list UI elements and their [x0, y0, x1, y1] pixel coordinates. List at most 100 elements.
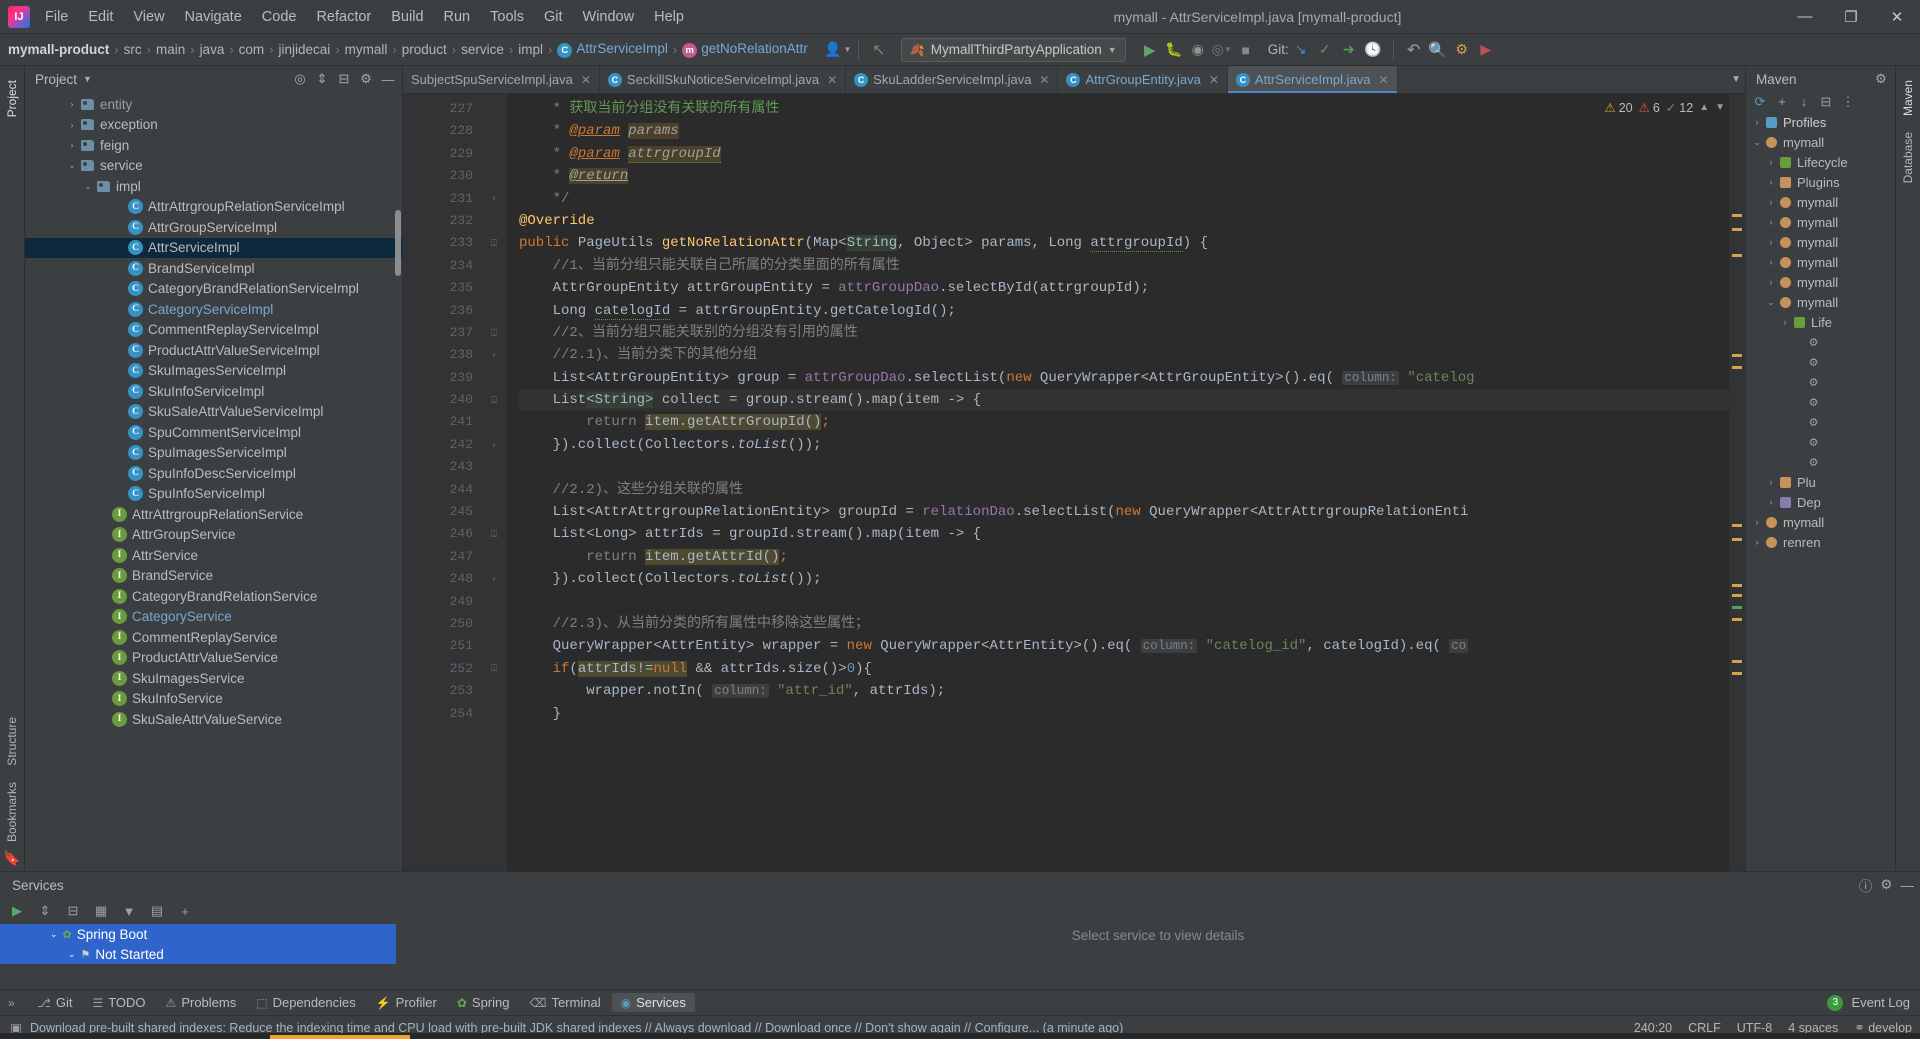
code-line[interactable]: if(attrIds!=null && attrIds.size()>0){ [519, 658, 1729, 680]
code-line[interactable]: * @return [519, 165, 1729, 187]
tool-tab-database[interactable]: Database [1898, 124, 1918, 191]
tree-item[interactable]: ⌄ impl [25, 176, 402, 197]
line-number[interactable]: 245 [403, 501, 481, 523]
menu-item-edit[interactable]: Edit [79, 5, 122, 29]
code-line[interactable]: List<AttrGroupEntity> group = attrGroupD… [519, 367, 1729, 389]
tree-item[interactable]: C ProductAttrValueServiceImpl [25, 340, 402, 361]
close-button[interactable]: ✕ [1874, 0, 1920, 34]
menu-item-code[interactable]: Code [253, 5, 306, 29]
chevron-right-icon[interactable]: › [1764, 197, 1778, 207]
code-line[interactable]: List<String> collect = group.stream().ma… [519, 389, 1729, 412]
menu-item-git[interactable]: Git [535, 5, 572, 29]
inspection-down-icon[interactable]: ▼ [1715, 102, 1725, 113]
menu-item-run[interactable]: Run [435, 5, 480, 29]
code-line[interactable]: AttrGroupEntity attrGroupEntity = attrGr… [519, 277, 1729, 299]
maven-tree-item[interactable]: › Life [1746, 312, 1895, 332]
tool-window-tab-problems[interactable]: ⚠ Problems [157, 993, 246, 1012]
fold-marker[interactable]: ⍖ [481, 344, 507, 366]
tool-window-tab-terminal[interactable]: ⌫ Terminal [520, 993, 609, 1012]
fold-marker[interactable] [481, 143, 507, 165]
code-line[interactable]: List<AttrAttrgroupRelationEntity> groupI… [519, 501, 1729, 523]
line-number[interactable]: 246 [403, 523, 481, 545]
tool-tab-maven[interactable]: Maven [1898, 72, 1918, 124]
chevron-down-icon[interactable]: ▼ [83, 74, 92, 84]
run-button[interactable]: ▶ [1138, 38, 1162, 62]
line-number[interactable]: 234 [403, 255, 481, 277]
maven-tree-item[interactable]: › Dep [1746, 492, 1895, 512]
tree-item[interactable]: C CategoryServiceImpl [25, 299, 402, 320]
maven-tree-item[interactable]: ⚙ [1746, 392, 1895, 412]
show-all-tool-windows-icon[interactable]: » [8, 996, 15, 1010]
editor-gutter[interactable]: 227228229230231232233①↑23423523623723823… [403, 94, 497, 871]
line-number[interactable]: 238 [403, 344, 481, 366]
menu-item-navigate[interactable]: Navigate [176, 5, 251, 29]
line-number[interactable]: 236 [403, 300, 481, 322]
fold-marker[interactable] [481, 300, 507, 322]
tree-item[interactable]: I BrandService [25, 566, 402, 587]
chevron-right-icon[interactable]: › [1764, 237, 1778, 247]
line-number[interactable]: 241 [403, 411, 481, 433]
line-number[interactable]: 230 [403, 165, 481, 187]
tree-item[interactable]: I CategoryBrandRelationService [25, 586, 402, 607]
code-line[interactable]: } [519, 703, 1729, 725]
chevron-down-icon[interactable]: ⌄ [81, 181, 95, 192]
menu-item-file[interactable]: File [36, 5, 77, 29]
maven-tree-item[interactable]: › Plu [1746, 472, 1895, 492]
fold-marker[interactable] [481, 165, 507, 187]
code-line[interactable]: wrapper.notIn( column: "attr_id", attrId… [519, 680, 1729, 702]
code-line[interactable] [519, 456, 1729, 478]
tree-item[interactable]: ⌄ service [25, 156, 402, 177]
breadcrumb-item-impl[interactable]: impl [514, 42, 547, 57]
service-tree-item[interactable]: ⌄ ✿ Spring Boot [0, 924, 396, 944]
line-number[interactable]: 229 [403, 143, 481, 165]
breadcrumb-item-jinjidecai[interactable]: jinjidecai [275, 42, 335, 57]
breadcrumb-item-com[interactable]: com [235, 42, 269, 57]
profile-button[interactable]: ◎ ▼ [1210, 38, 1234, 62]
code-line[interactable]: */ [519, 188, 1729, 210]
line-number[interactable]: 235 [403, 277, 481, 299]
line-number[interactable]: 251 [403, 635, 481, 657]
breadcrumb-item-main[interactable]: main [152, 42, 189, 57]
breadcrumb-item-mymall[interactable]: mymall [341, 42, 392, 57]
help-icon[interactable]: ⓘ [1859, 875, 1873, 895]
tree-item[interactable]: C BrandServiceImpl [25, 258, 402, 279]
line-number[interactable]: 243 [403, 456, 481, 478]
run-icon[interactable]: ▶ [8, 902, 26, 920]
line-number[interactable]: 252 [403, 658, 481, 680]
chevron-right-icon[interactable]: › [1764, 157, 1778, 167]
collapse-all-icon[interactable]: ⊟ [64, 902, 82, 920]
tree-item[interactable]: I AttrAttrgroupRelationService [25, 504, 402, 525]
tool-window-tab-spring[interactable]: ✿ Spring [448, 993, 519, 1012]
breadcrumb-item-getnorelationattr[interactable]: m getNoRelationAttr [678, 41, 812, 58]
code-line[interactable]: @Override [519, 210, 1729, 232]
code-line[interactable]: public PageUtils getNoRelationAttr(Map<S… [519, 232, 1729, 254]
maven-tree-item[interactable]: › mymall [1746, 192, 1895, 212]
close-icon[interactable]: ✕ [1039, 73, 1049, 87]
line-number[interactable]: 242 [403, 434, 481, 456]
maven-tree-item[interactable]: › Plugins [1746, 172, 1895, 192]
select-opened-file-icon[interactable]: ◎ [290, 69, 310, 89]
chevron-right-icon[interactable]: › [1750, 117, 1764, 127]
code-editor[interactable]: 227228229230231232233①↑23423523623723823… [403, 94, 1745, 871]
run-with-coverage-button[interactable]: ◉ [1186, 38, 1210, 62]
breadcrumb-item-attrserviceimpl[interactable]: C AttrServiceImpl [553, 41, 672, 58]
tree-item[interactable]: C CommentReplayServiceImpl [25, 320, 402, 341]
fold-marker[interactable]: ⍗ [481, 523, 507, 545]
gear-icon[interactable]: ⚙ [356, 69, 376, 89]
fold-marker[interactable] [481, 456, 507, 478]
chevron-right-icon[interactable]: › [1764, 477, 1778, 487]
fold-marker[interactable] [481, 703, 507, 725]
expand-all-icon[interactable]: ⇕ [36, 902, 54, 920]
tree-item[interactable]: C SpuInfoServiceImpl [25, 484, 402, 505]
stop-button[interactable]: ■ [1234, 38, 1258, 62]
services-tree[interactable]: ⌄ ✿ Spring Boot ⌄ ⚑ Not Started [0, 924, 396, 964]
editor-tab[interactable]: C SkuLadderServiceImpl.java ✕ [846, 66, 1059, 93]
tool-tab-project[interactable]: Project [2, 72, 22, 125]
collapse-all-icon[interactable]: ⊟ [334, 69, 354, 89]
code-line[interactable]: * @param params [519, 120, 1729, 142]
chevron-down-icon[interactable]: ⌄ [1764, 297, 1778, 308]
code-line[interactable]: QueryWrapper<AttrEntity> wrapper = new Q… [519, 635, 1729, 657]
tree-item[interactable]: C AttrAttrgroupRelationServiceImpl [25, 197, 402, 218]
gear-icon[interactable]: ⚙ [1880, 877, 1892, 893]
fold-marker[interactable]: ⍗ [481, 389, 507, 411]
